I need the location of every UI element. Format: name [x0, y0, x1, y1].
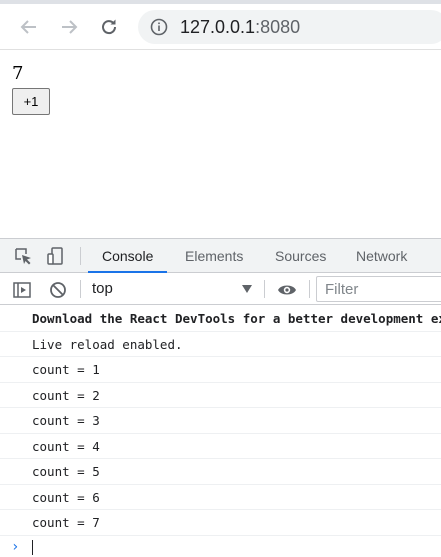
console-filter-input[interactable] — [316, 276, 441, 302]
tab-sources[interactable]: Sources — [275, 239, 326, 273]
console-message: count = 5 — [0, 459, 441, 485]
chevron-right-icon: › — [11, 539, 20, 555]
url-text: 127.0.0.1:8080 — [180, 10, 300, 44]
console-prompt[interactable]: › — [0, 537, 441, 557]
address-bar[interactable]: 127.0.0.1:8080 — [138, 10, 441, 44]
toolbar-separator — [309, 280, 310, 298]
console-messages: Download the React DevTools for a better… — [0, 306, 441, 536]
tab-network[interactable]: Network — [356, 239, 407, 273]
reload-button[interactable] — [94, 12, 124, 42]
increment-button[interactable]: +1 — [12, 88, 50, 115]
console-message: count = 1 — [0, 357, 441, 383]
devtools-tab-bar: Console Elements Sources Network — [0, 239, 441, 273]
device-toolbar-icon[interactable] — [46, 246, 66, 266]
url-host: 127.0.0.1 — [180, 17, 256, 37]
tab-elements[interactable]: Elements — [185, 239, 243, 273]
browser-toolbar: 127.0.0.1:8080 — [0, 4, 441, 50]
arrow-right-icon — [62, 20, 78, 34]
live-expression-eye-icon[interactable] — [277, 280, 297, 300]
inspect-element-icon[interactable] — [13, 246, 33, 266]
tab-console[interactable]: Console — [87, 239, 168, 273]
text-caret — [32, 540, 33, 555]
clear-console-icon[interactable] — [48, 280, 68, 300]
console-toolbar: top — [0, 273, 441, 305]
forward-button[interactable] — [54, 12, 84, 42]
devtools-panel: Console Elements Sources Network top Dow… — [0, 238, 441, 557]
console-message: count = 2 — [0, 383, 441, 408]
console-message: count = 6 — [0, 485, 441, 510]
arrow-left-icon — [20, 20, 36, 34]
toolbar-separator — [264, 280, 265, 298]
sidebar-toggle-icon[interactable] — [12, 280, 32, 300]
console-message: count = 7 — [0, 510, 441, 536]
console-message: Live reload enabled. — [0, 332, 441, 357]
url-port: :8080 — [255, 17, 301, 37]
console-message: count = 3 — [0, 408, 441, 434]
toolbar-separator — [80, 280, 81, 298]
context-selector[interactable]: top — [92, 273, 113, 305]
reload-icon — [102, 19, 117, 35]
info-icon[interactable] — [150, 18, 168, 36]
console-message: Download the React DevTools for a better… — [0, 306, 441, 332]
chevron-down-icon[interactable] — [242, 285, 252, 293]
console-message: count = 4 — [0, 434, 441, 459]
page-content: 7 +1 — [0, 51, 441, 238]
back-button[interactable] — [14, 12, 44, 42]
count-display: 7 — [12, 63, 24, 84]
toolbar-separator — [80, 247, 81, 265]
